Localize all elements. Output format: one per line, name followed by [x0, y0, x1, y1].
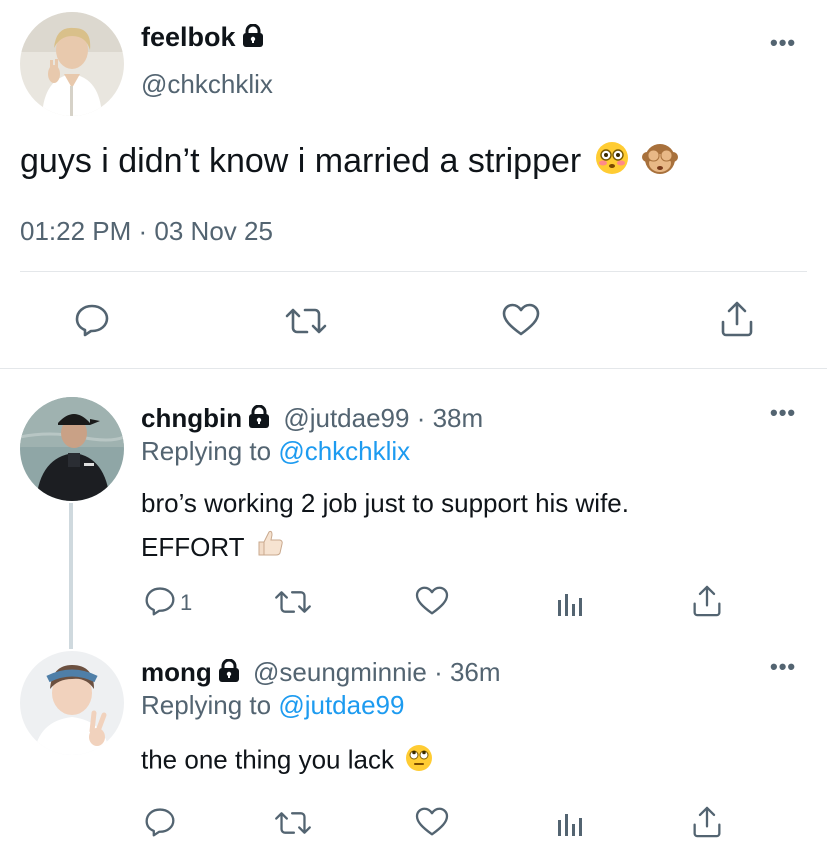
avatar-feelbok[interactable] — [20, 12, 124, 116]
reply-text: the one thing you lack — [141, 744, 433, 779]
replying-to: Replying to @chkchklix — [141, 436, 411, 466]
share-icon[interactable] — [692, 584, 722, 618]
share-icon[interactable] — [692, 805, 722, 839]
reply-icon[interactable] — [144, 806, 176, 838]
reply-header: mong @seungminnie · 36m — [141, 657, 501, 688]
display-name[interactable]: mong — [141, 657, 212, 687]
display-name[interactable]: chngbin — [141, 403, 242, 433]
timestamp[interactable]: 01:22 PM · 03 Nov 25 — [20, 216, 273, 247]
thumbs-up-icon — [255, 527, 285, 571]
more-options-icon[interactable]: ••• — [770, 400, 796, 426]
relative-time[interactable]: · 36m — [434, 657, 500, 687]
handle[interactable]: @jutdae99 — [283, 403, 409, 433]
share-icon[interactable] — [720, 300, 754, 338]
thread-line — [69, 503, 73, 649]
more-options-icon[interactable]: ••• — [770, 654, 796, 680]
retweet-icon[interactable] — [285, 304, 327, 338]
handle[interactable]: @seungminnie — [253, 657, 427, 687]
replying-to: Replying to @jutdae99 — [141, 690, 405, 720]
divider — [0, 368, 827, 369]
analytics-icon[interactable] — [555, 806, 585, 838]
handle[interactable]: @chkchklix — [141, 69, 273, 100]
mention-link[interactable]: @jutdae99 — [278, 690, 404, 720]
reply-icon[interactable] — [144, 585, 176, 617]
analytics-icon[interactable] — [555, 586, 585, 618]
like-icon[interactable] — [502, 303, 540, 337]
mention-link[interactable]: @chkchklix — [278, 436, 410, 466]
avatar-chngbin[interactable] — [20, 397, 124, 501]
avatar-mong[interactable] — [20, 651, 124, 755]
face-with-rolling-eyes-icon — [405, 744, 433, 779]
tweet-text: guys i didn’t know i married a stripper — [20, 140, 679, 185]
reply-icon[interactable] — [74, 302, 110, 338]
more-options-icon[interactable]: ••• — [770, 30, 796, 56]
relative-time[interactable]: · 38m — [417, 403, 483, 433]
retweet-icon[interactable] — [274, 808, 312, 838]
display-name[interactable]: feelbok — [141, 22, 264, 53]
see-no-evil-monkey-icon — [642, 141, 679, 185]
reply-text: bro’s working 2 job just to support his … — [141, 481, 629, 571]
lock-icon — [248, 404, 270, 429]
reply-header: chngbin @jutdae99 · 38m — [141, 403, 483, 434]
lock-icon — [242, 23, 264, 48]
lock-icon — [218, 658, 240, 683]
divider — [20, 271, 807, 272]
flushed-face-icon — [595, 141, 629, 185]
reply-count[interactable]: 1 — [180, 590, 192, 616]
like-icon[interactable] — [415, 586, 449, 616]
like-icon[interactable] — [415, 807, 449, 837]
retweet-icon[interactable] — [274, 587, 312, 617]
